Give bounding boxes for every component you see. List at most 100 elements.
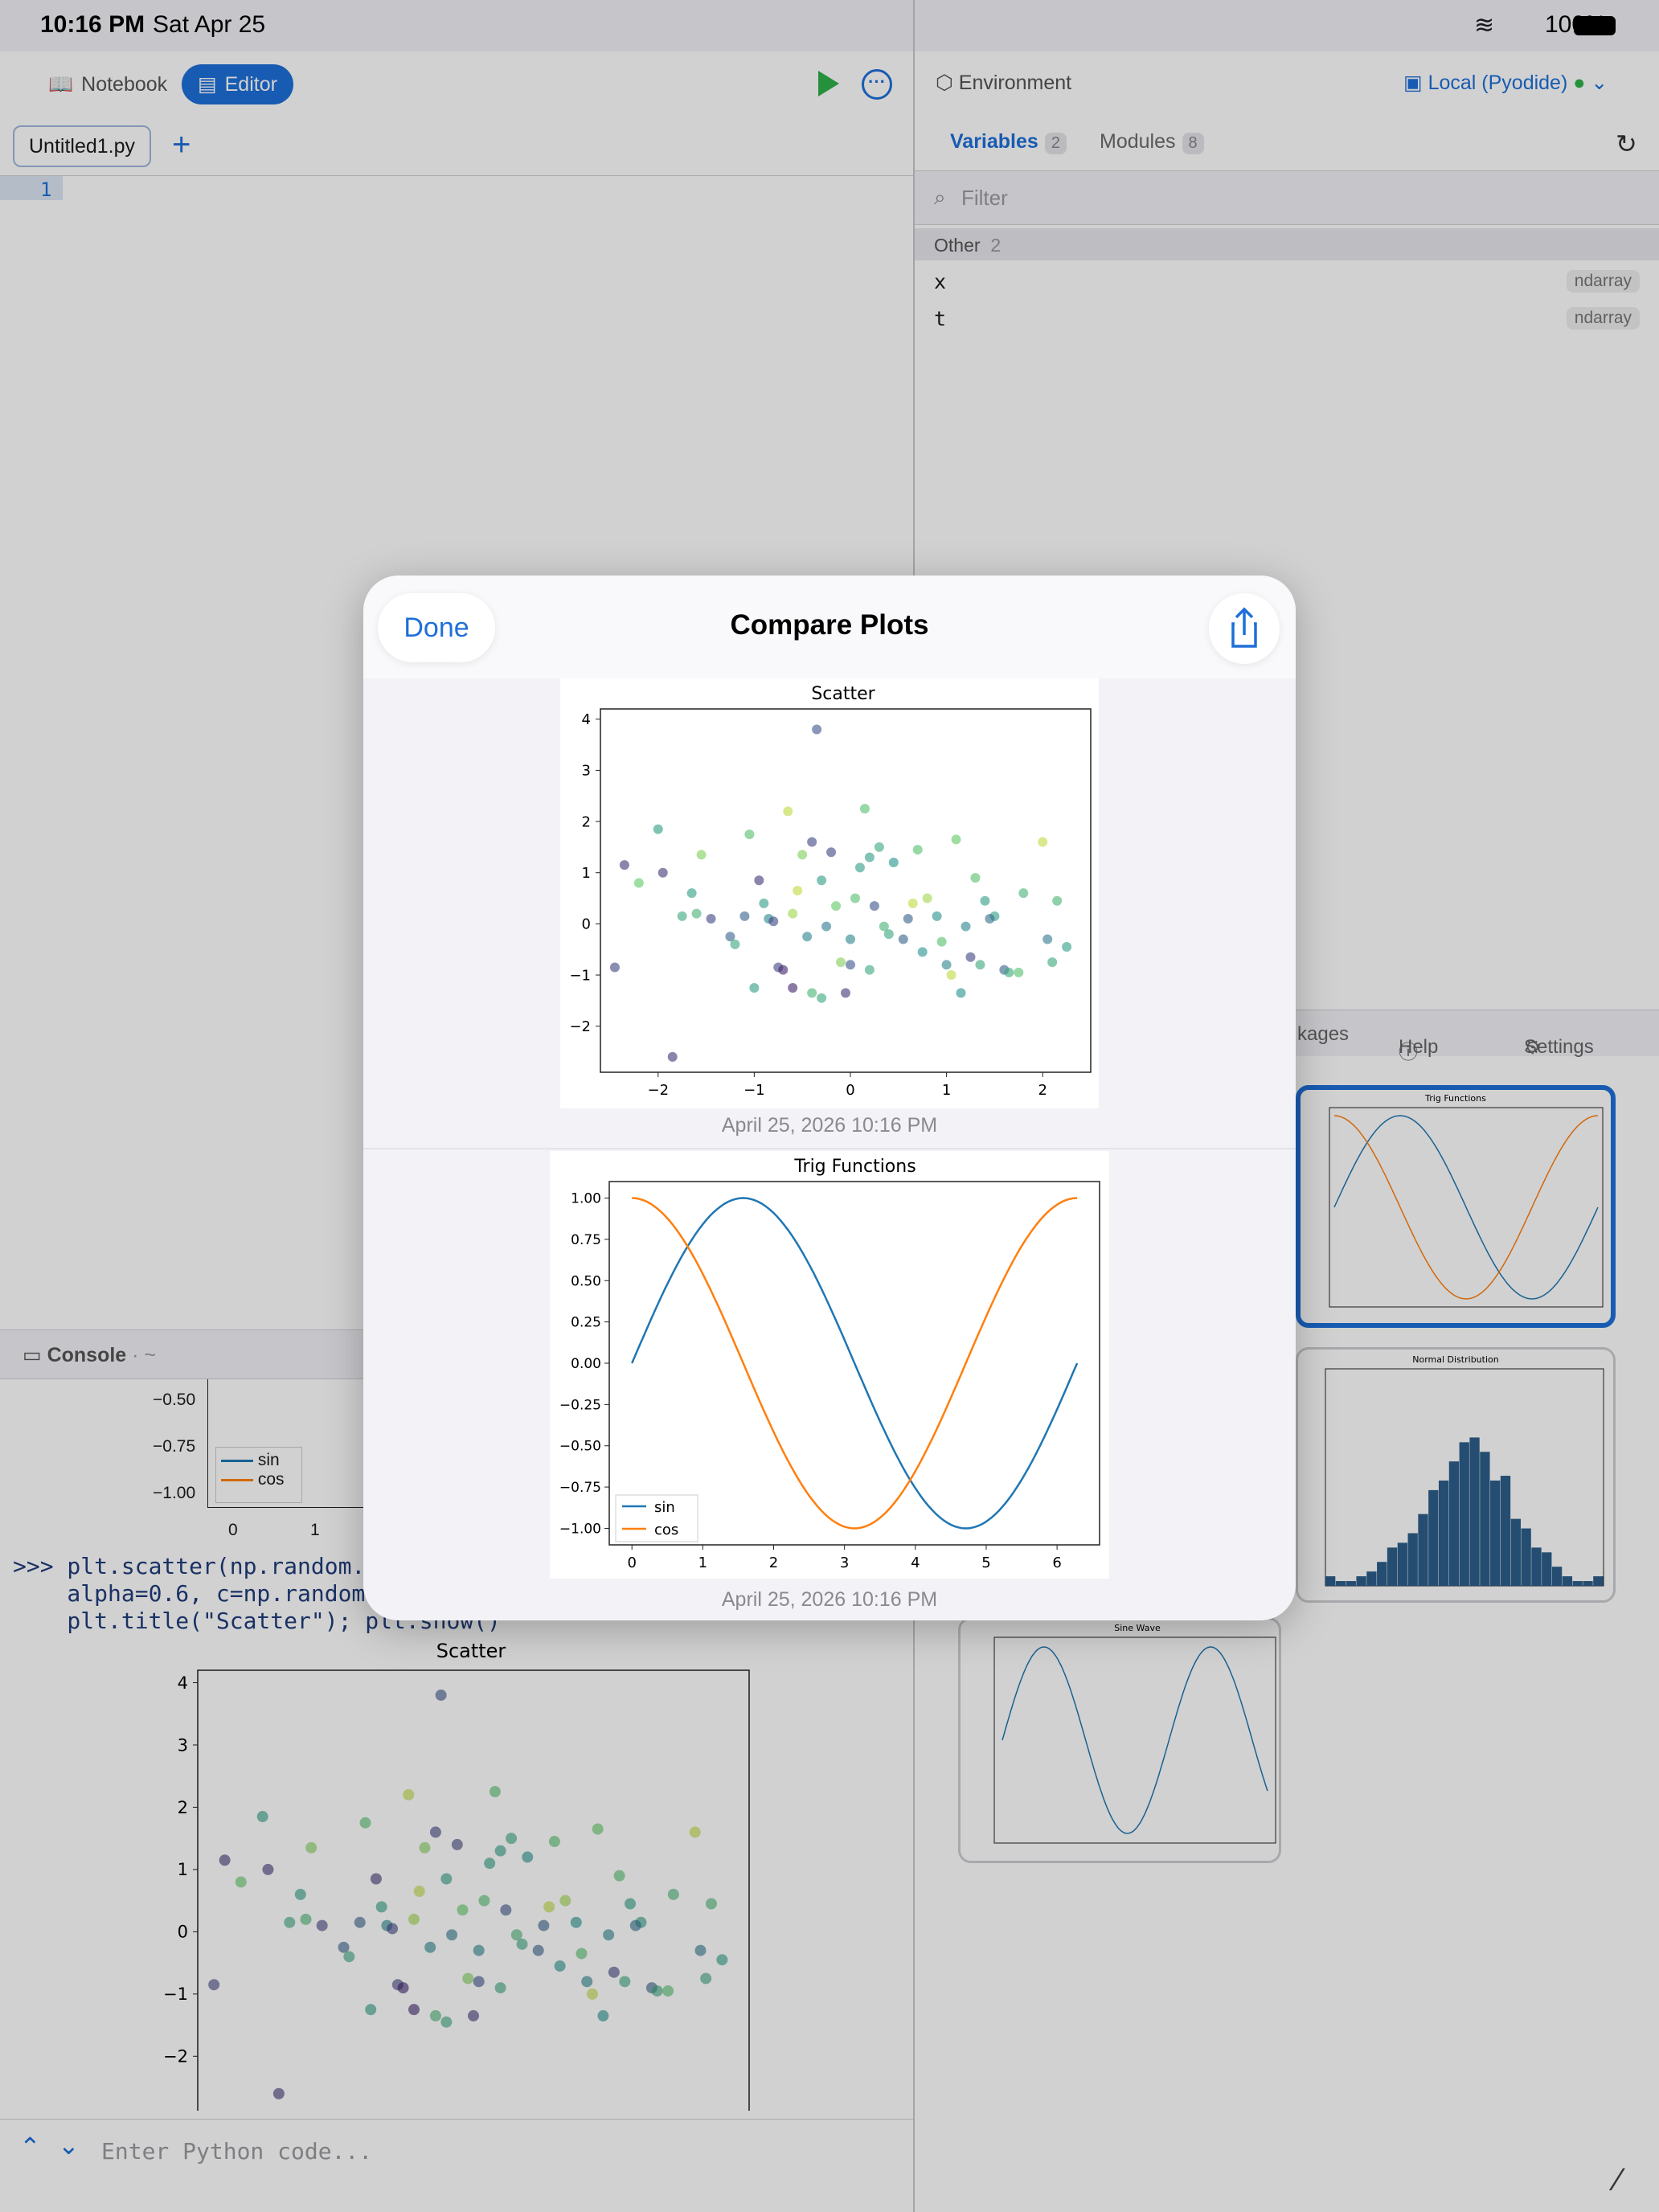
scatter-point [744,829,755,839]
plot-card-trig: Trig Functions 1.00 0.75 0.50 0.25 0.00 −0.25… [550,1151,1109,1579]
timestamp: April 25, 2026 10:16 PM [721,1114,938,1137]
scatter-point [854,862,865,873]
scatter-point [836,957,846,968]
y-tick-label: 0.00 [571,1356,601,1372]
scatter-point [802,932,813,942]
scatter-point [985,914,995,924]
scatter-point [917,947,928,957]
scatter-point [677,911,687,921]
y-tick-label: 0.25 [571,1315,601,1331]
scatter-point [686,888,697,899]
chart-legend: sin cos [615,1494,698,1542]
y-tick-label: 0 [582,916,591,933]
scatter-point [845,934,855,944]
scatter-point [797,850,808,860]
timestamp: April 25, 2026 10:16 PM [721,1588,938,1611]
scatter-point [980,895,990,906]
card-divider [363,1148,1296,1149]
y-tick-label: −0.25 [559,1397,601,1413]
scatter-point [653,824,663,834]
legend-label-cos: cos [654,1522,678,1538]
scatter-point [859,804,870,814]
scatter-point [869,901,879,911]
y-tick-label: 0.50 [571,1273,601,1289]
x-tick-label: 0 [846,1082,854,1099]
y-tick-label: −2 [569,1018,591,1035]
legend-label-sin: sin [654,1499,675,1516]
scatter-point [903,914,913,924]
scatter-point [768,916,779,927]
y-tick-label: −0.50 [559,1439,601,1455]
scatter-point [841,988,850,998]
y-tick-label: 1 [582,865,591,882]
scatter-point [817,993,827,1003]
y-tick-label: 1.00 [571,1191,601,1207]
scatter-point [817,875,827,886]
scatter-point [831,901,842,911]
scatter-point [864,965,875,975]
scatter-point [783,806,793,817]
scatter-point [1052,895,1063,906]
plot-card-scatter: Scatter −2 −1 0 1 2 3 4 −2 −1 0 1 2 [560,678,1099,1108]
scatter-point [696,850,707,860]
scatter-point [965,952,976,962]
scatter-point [793,886,803,895]
scatter-point [864,852,875,862]
scatter-point [1004,967,1014,977]
scatter-point [749,982,760,993]
scatter-point [1047,957,1058,968]
scatter-point [1062,942,1072,952]
y-tick-label: 3 [582,763,591,780]
trig-chart: Trig Functions 1.00 0.75 0.50 0.25 0.00 −0.25… [559,1157,1100,1571]
x-tick-label: 2 [769,1555,778,1571]
scatter-point [845,960,855,970]
x-tick-label: 1 [698,1555,707,1571]
scatter-point [975,960,985,970]
y-ticks: −2 −1 0 1 2 3 4 [569,711,600,1035]
scatter-point [807,988,817,998]
scatter-points [609,724,1072,1062]
scatter-point [778,965,789,975]
y-tick-label: −1.00 [559,1521,601,1537]
scatter-point [812,724,822,735]
scatter-point [946,970,956,981]
y-ticks: 1.00 0.75 0.50 0.25 0.00 −0.25 −0.50 −0.75 −1.00 [559,1191,609,1537]
scatter-point [970,873,981,883]
y-tick-label: 0.75 [571,1232,601,1248]
scatter-point [888,857,899,867]
scatter-point [759,898,769,908]
scatter-point [912,845,923,855]
scatter-point [951,834,961,845]
share-icon [1231,607,1257,648]
scatter-point [941,960,952,970]
x-tick-label: 1 [942,1082,951,1099]
share-button[interactable] [1209,593,1280,664]
y-tick-label: 4 [582,711,591,728]
scatter-point [898,934,908,944]
scatter-point [739,911,750,921]
scatter-point [706,914,716,924]
scatter-point [807,837,817,847]
x-ticks: −2 −1 0 1 2 [647,1072,1047,1099]
scatter-point [1018,888,1029,899]
scatter-point [754,875,764,886]
scatter-point [936,936,947,947]
scatter-point [826,847,837,858]
chart-axes [600,708,1092,1073]
x-tick-label: 2 [1038,1082,1047,1099]
scatter-point [932,911,942,921]
x-tick-label: 5 [981,1555,990,1571]
modal-title: Compare Plots [730,609,929,641]
scatter-point [691,908,702,919]
scatter-point [907,898,918,908]
scatter-point [667,1051,678,1062]
scatter-point [788,982,798,993]
chart-title: Scatter [811,684,875,704]
scatter-point [633,878,644,888]
compare-plots-modal: Done Compare Plots Scatter −2 −1 0 1 2 3 4 −2−… [363,576,1296,1620]
scatter-point [1038,837,1048,847]
series-sin-line [631,1197,1079,1530]
y-tick-label: −0.75 [559,1480,601,1496]
x-tick-label: −1 [743,1082,765,1099]
scatter-point [609,962,620,973]
